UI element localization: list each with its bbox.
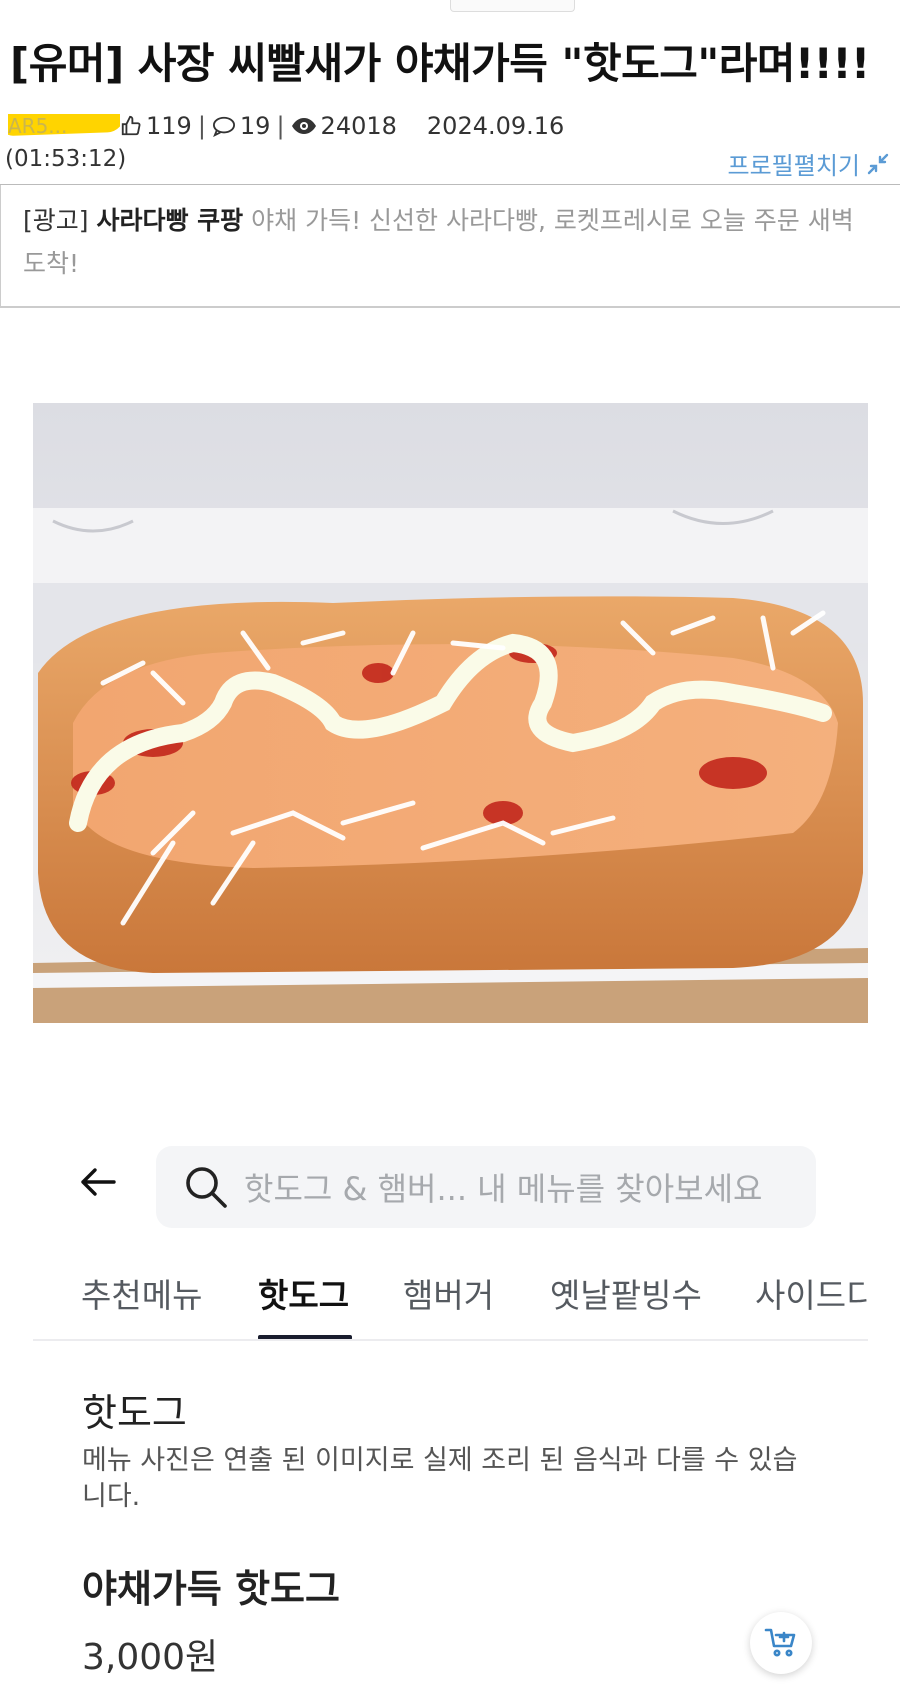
tab-hotdog[interactable]: 핫도그 [258,1269,349,1317]
post-meta: AR5... 119 | 19 | 24018 2024.09.16 [8,110,564,142]
top-tab-handle[interactable] [450,0,575,12]
add-to-cart-icon [764,1628,796,1657]
search-icon [186,1167,227,1208]
tab-recommended[interactable]: 추천메뉴 [81,1269,202,1317]
ad-tag: [광고] [23,206,89,235]
meta-separator: | [197,112,206,140]
menu-category-tabs: 추천메뉴 핫도그 햄버거 옛날팥빙수 사이드디 [33,1265,868,1341]
profile-expand-button[interactable]: 프로필펼치기 [728,146,890,181]
menu-search-input[interactable]: 핫도그 & 햄버... 내 메뉴를 찾아보세요 [156,1146,816,1228]
view-count: 24018 [291,112,397,140]
active-tab-indicator [258,1335,352,1339]
like-count: 119 [120,112,192,140]
profile-expand-label: 프로필펼치기 [727,152,860,180]
speech-bubble-icon [212,116,235,137]
ad-advertiser: 사라다빵 쿠팡 [96,206,244,235]
menu-item-price: 3,000원 [82,1637,219,1678]
tab-patbingsu[interactable]: 옛날팥빙수 [550,1269,702,1317]
collapse-arrows-icon [867,153,889,174]
eye-icon [291,118,316,134]
tab-hamburger[interactable]: 햄버거 [403,1269,494,1317]
divider [0,306,900,308]
post-date: 2024.09.16 [426,112,565,140]
comment-count[interactable]: 19 [212,112,270,140]
section-title: 핫도그 [82,1391,187,1435]
menu-item-name[interactable]: 야채가득 핫도그 [82,1558,340,1613]
back-arrow-icon [81,1168,116,1196]
meta-separator: | [276,112,285,140]
photo-disclaimer: 메뉴 사진은 연출 된 이미지로 실제 조리 된 음식과 다를 수 있습니다. [82,1445,798,1512]
ad-banner[interactable]: [광고] 사라다빵 쿠팡 야채 가득! 신선한 사라다빵, 로켓프레시로 오늘 … [0,185,900,307]
hotdog-photo [33,403,868,1023]
tab-side[interactable]: 사이드디 [755,1269,868,1317]
post-time: (01:53:12) [5,146,127,172]
search-placeholder: 핫도그 & 햄버... 내 메뉴를 찾아보세요 [244,1170,763,1208]
add-to-cart-button[interactable] [750,1612,812,1674]
thumbs-up-icon [121,115,141,136]
back-button[interactable] [78,1162,118,1202]
author-name-redacted[interactable]: AR5... [8,114,120,138]
post-title: [유머] 사장 씨빨새가 야채가득 "핫도그"라며!!!! [10,39,870,88]
